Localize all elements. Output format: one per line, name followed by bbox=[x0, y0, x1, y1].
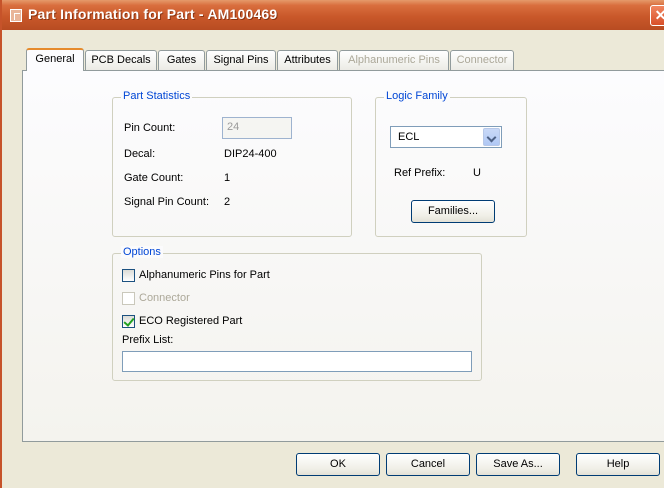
help-button[interactable]: Help bbox=[576, 453, 660, 476]
cancel-button[interactable]: Cancel bbox=[386, 453, 470, 476]
app-icon bbox=[10, 9, 22, 22]
ref-prefix-value: U bbox=[473, 167, 481, 179]
decal-value: DIP24-400 bbox=[224, 148, 277, 160]
gate-count-value: 1 bbox=[224, 172, 231, 184]
close-button[interactable]: ✕ bbox=[650, 5, 664, 26]
pin-count-field: 24 bbox=[222, 117, 292, 139]
ref-prefix-label: Ref Prefix: bbox=[394, 167, 446, 179]
eco-registered-label[interactable]: ECO Registered Part bbox=[139, 315, 242, 327]
tab-gates[interactable]: Gates bbox=[158, 50, 205, 70]
tab-attributes[interactable]: Attributes bbox=[277, 50, 338, 70]
part-statistics-group: Part Statistics Pin Count: 24 Decal: DIP… bbox=[112, 90, 352, 237]
save-as-button[interactable]: Save As... bbox=[476, 453, 560, 476]
alphanumeric-pins-label[interactable]: Alphanumeric Pins for Part bbox=[139, 269, 270, 281]
decal-label: Decal: bbox=[124, 148, 156, 160]
signal-pin-count-value: 2 bbox=[224, 196, 231, 208]
signal-pin-count-label: Signal Pin Count: bbox=[124, 196, 209, 208]
tab-strip: General PCB Decals Gates Signal Pins Att… bbox=[22, 48, 642, 71]
general-tab-panel: Part Statistics Pin Count: 24 Decal: DIP… bbox=[22, 70, 664, 442]
connector-checkbox bbox=[122, 292, 135, 305]
tab-connector: Connector bbox=[450, 50, 514, 70]
options-group: Options Alphanumeric Pins for Part Conne… bbox=[112, 246, 482, 381]
title-bar[interactable]: Part Information for Part - AM100469 ✕ bbox=[2, 0, 664, 30]
eco-registered-checkbox[interactable] bbox=[122, 315, 135, 328]
logic-family-legend: Logic Family bbox=[384, 90, 450, 102]
connector-label: Connector bbox=[139, 292, 190, 304]
gate-count-label: Gate Count: bbox=[124, 172, 184, 184]
chevron-down-icon[interactable] bbox=[483, 128, 500, 146]
logic-family-group: Logic Family ECL Ref Prefix: U Families.… bbox=[375, 90, 527, 237]
logic-family-selected: ECL bbox=[398, 131, 420, 143]
tab-pcb-decals[interactable]: PCB Decals bbox=[85, 50, 157, 70]
tab-general[interactable]: General bbox=[26, 48, 84, 71]
tab-alphanumeric-pins: Alphanumeric Pins bbox=[339, 50, 449, 70]
options-legend: Options bbox=[121, 246, 163, 258]
prefix-list-label: Prefix List: bbox=[122, 334, 174, 346]
alphanumeric-pins-checkbox[interactable] bbox=[122, 269, 135, 282]
part-information-dialog: Part Information for Part - AM100469 ✕ G… bbox=[0, 0, 664, 488]
part-statistics-legend: Part Statistics bbox=[121, 90, 193, 102]
prefix-list-input[interactable] bbox=[122, 351, 472, 372]
tab-signal-pins[interactable]: Signal Pins bbox=[206, 50, 276, 70]
pin-count-label: Pin Count: bbox=[124, 122, 176, 134]
families-button[interactable]: Families... bbox=[411, 200, 495, 223]
window-title: Part Information for Part - AM100469 bbox=[28, 6, 278, 22]
ok-button[interactable]: OK bbox=[296, 453, 380, 476]
logic-family-select[interactable]: ECL bbox=[390, 126, 502, 148]
